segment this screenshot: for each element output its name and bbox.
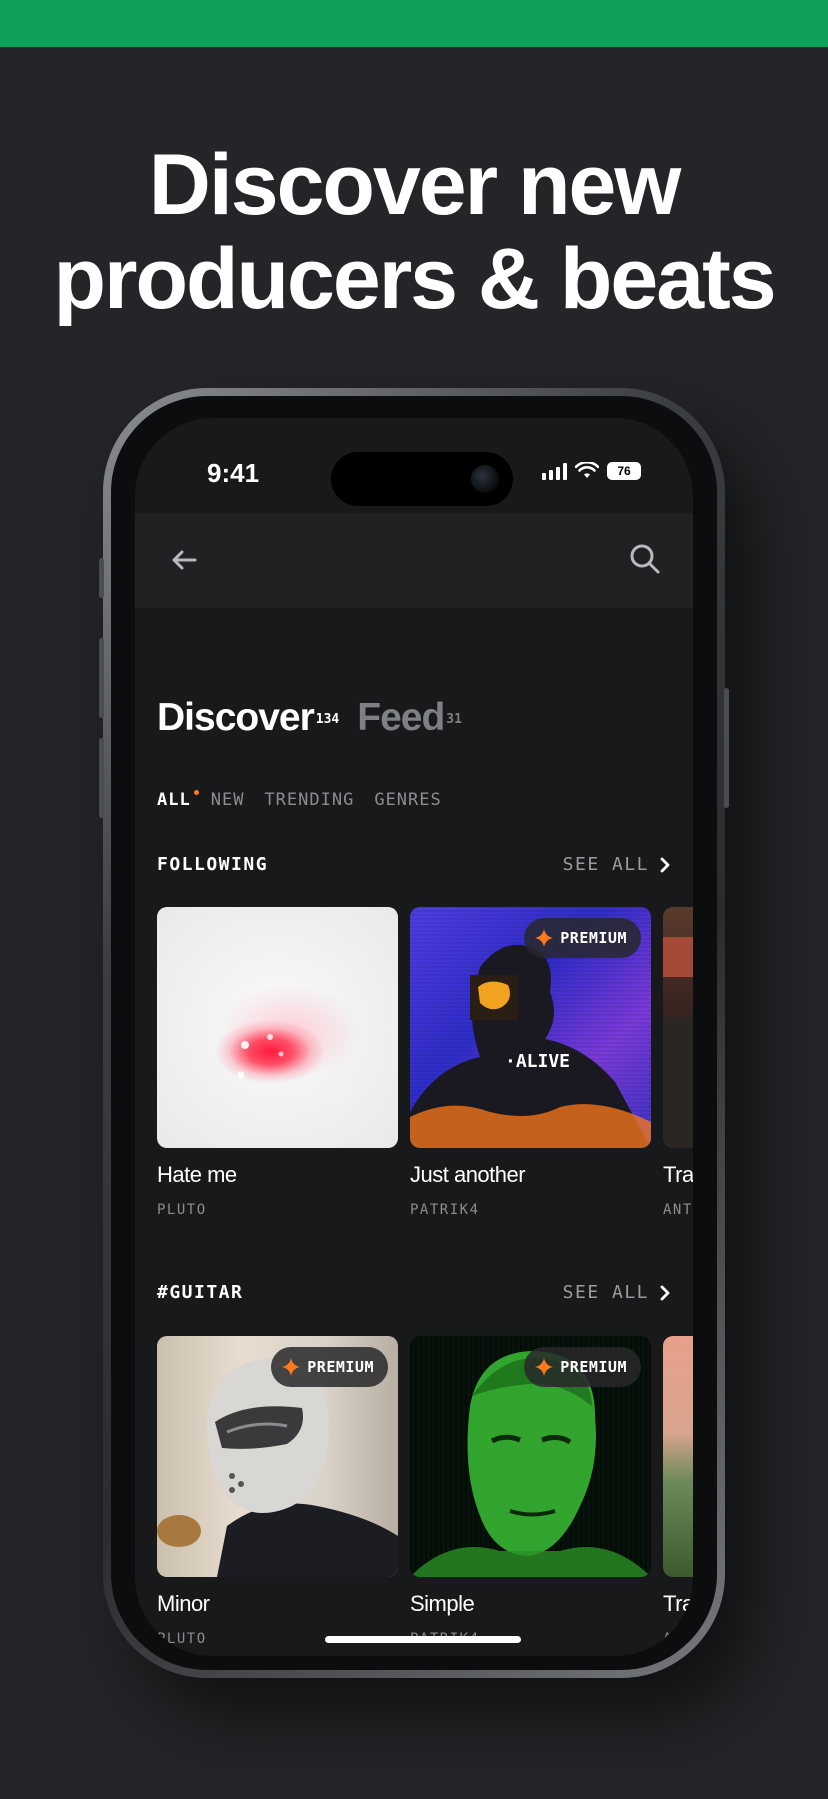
track-title: Just another: [410, 1162, 526, 1187]
premium-badge: PREMIUM: [271, 1347, 388, 1387]
track-title: Simple: [410, 1591, 475, 1616]
filter-genres[interactable]: GENRES: [374, 790, 441, 810]
track-title: Trax: [663, 1162, 693, 1187]
tab-feed[interactable]: Feed 31: [357, 696, 462, 740]
see-all-button[interactable]: SEE ALL: [563, 854, 671, 875]
track-artist[interactable]: PATRIK4: [410, 1202, 651, 1218]
filter-trending[interactable]: TRENDING: [264, 790, 354, 810]
promo-headline: Discover new producers & beats: [0, 138, 828, 326]
premium-label: PREMIUM: [560, 1358, 627, 1376]
search-icon[interactable]: [627, 541, 663, 577]
tab-discover-label: Discover: [157, 696, 315, 739]
see-all-label: SEE ALL: [562, 854, 649, 875]
track-card[interactable]: Trax ANTO: [663, 1336, 693, 1647]
battery-icon: 76: [607, 462, 641, 480]
dynamic-island: [331, 452, 513, 506]
app-bar: [135, 513, 693, 608]
tab-discover[interactable]: Discover 134: [157, 696, 339, 740]
premium-badge: PREMIUM: [524, 918, 641, 958]
back-arrow-icon[interactable]: [167, 543, 201, 577]
signal-icon: [542, 462, 567, 480]
cover-art: PREMIUM: [157, 1336, 398, 1577]
cover-art: [157, 907, 398, 1148]
tab-feed-label: Feed: [357, 696, 445, 739]
status-icons: 76: [542, 462, 641, 480]
art-figure: [663, 937, 693, 1148]
filter-all[interactable]: ALL: [157, 790, 199, 810]
volume-up-button: [99, 638, 104, 718]
premium-label: PREMIUM: [560, 929, 627, 947]
phone-bezel: 9:41 76 Discover 134 Feed 31 ALL NEW TRE…: [111, 396, 717, 1670]
cover-art: [663, 907, 693, 1148]
wifi-icon: [575, 462, 599, 478]
premium-label: PREMIUM: [307, 1358, 374, 1376]
tab-feed-count: 31: [446, 712, 462, 727]
headline-line-2: producers & beats: [53, 231, 776, 327]
top-brand-bar: [0, 0, 828, 47]
sparkle-icon: [535, 929, 554, 947]
power-button: [724, 688, 729, 808]
track-artist[interactable]: ANTO: [663, 1631, 693, 1647]
art-highlights: [237, 1034, 284, 1079]
mute-switch: [99, 558, 104, 598]
premium-badge: PREMIUM: [524, 1347, 641, 1387]
chevron-right-icon: [660, 1285, 670, 1300]
track-artist[interactable]: ANTO: [663, 1202, 693, 1218]
battery-level: 76: [617, 464, 631, 478]
home-indicator[interactable]: [325, 1636, 521, 1643]
cover-art: ·ALIVE PREMIUM: [410, 907, 651, 1148]
app-screen: 9:41 76 Discover 134 Feed 31 ALL NEW TRE…: [135, 418, 693, 1656]
sparkle-icon: [282, 1358, 301, 1376]
phone-frame: 9:41 76 Discover 134 Feed 31 ALL NEW TRE…: [99, 388, 729, 1678]
status-time: 9:41: [207, 458, 260, 488]
track-card[interactable]: PREMIUM Simple PATRIK4: [410, 1336, 651, 1647]
filter-new[interactable]: NEW: [211, 790, 245, 810]
tab-discover-count: 134: [315, 712, 340, 727]
filter-chips: ALL NEW TRENDING GENRES: [157, 790, 442, 810]
track-artist[interactable]: PLUTO: [157, 1202, 398, 1218]
following-carousel: Hate me PLUTO ·ALIVE PREMIUM Just anothe…: [157, 907, 693, 1218]
see-all-label: SEE ALL: [562, 1282, 649, 1303]
cover-art: [663, 1336, 693, 1577]
track-card[interactable]: PREMIUM Minor PLUTO: [157, 1336, 398, 1647]
section-guitar-header: #GUITAR SEE ALL: [157, 1282, 671, 1303]
active-dot-icon: [193, 790, 199, 795]
cover-art: PREMIUM: [410, 1336, 651, 1577]
camera-icon: [471, 465, 499, 493]
track-title: Trax: [663, 1591, 693, 1616]
track-title: Hate me: [157, 1162, 237, 1187]
sparkle-icon: [535, 1358, 554, 1376]
section-following-header: FOLLOWING SEE ALL: [157, 854, 671, 875]
track-card[interactable]: Hate me PLUTO: [157, 907, 398, 1218]
filter-all-label: ALL: [157, 790, 191, 810]
guitar-carousel: PREMIUM Minor PLUTO PREMIUM Simple Tra A…: [157, 1336, 693, 1647]
svg-text:·ALIVE: ·ALIVE: [505, 1051, 570, 1072]
volume-down-button: [99, 738, 104, 818]
main-tabs: Discover 134 Feed 31: [157, 696, 462, 740]
section-title: #GUITAR: [157, 1282, 244, 1303]
track-title: Minor: [157, 1591, 210, 1616]
see-all-button[interactable]: SEE ALL: [563, 1282, 671, 1303]
chevron-right-icon: [660, 857, 670, 872]
track-card[interactable]: ·ALIVE PREMIUM Just another PATRIK4: [410, 907, 651, 1218]
section-title: FOLLOWING: [157, 854, 269, 875]
headline-line-1: Discover new: [148, 137, 681, 233]
track-card[interactable]: Trax ANTO: [663, 907, 693, 1218]
